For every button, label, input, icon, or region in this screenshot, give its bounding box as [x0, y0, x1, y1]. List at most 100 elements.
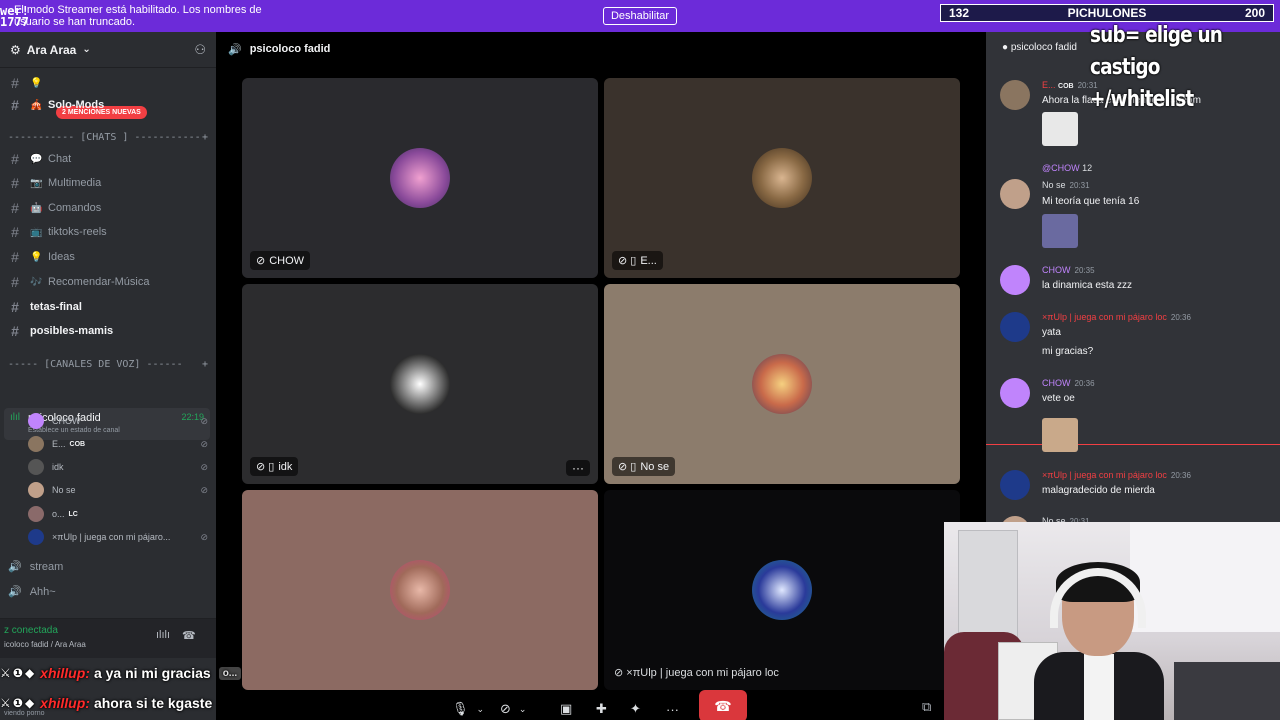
- avatar[interactable]: [1000, 265, 1030, 295]
- category-chats[interactable]: ----------- [CHATS ] ----------- +: [8, 132, 208, 143]
- participant-name: idk: [278, 460, 293, 473]
- avatar[interactable]: [1000, 312, 1030, 342]
- participant-tile[interactable]: ⊘ ▯ idk ···: [242, 284, 598, 484]
- avatar: [390, 354, 450, 414]
- chat-message: ×πUlp | juega con mi pájaro loc 20:36 yat…: [1000, 312, 1278, 362]
- chat-bubble-icon: ●: [1002, 42, 1011, 53]
- message-image[interactable]: [1042, 418, 1078, 452]
- more-controls-button[interactable]: ···: [666, 692, 679, 720]
- message-time: 20:31: [1069, 181, 1090, 190]
- add-channel-icon[interactable]: +: [202, 359, 208, 370]
- channel-multimedia[interactable]: # 📷 Multimedia: [0, 172, 216, 194]
- channel-chat[interactable]: # 💬 Chat: [0, 148, 216, 170]
- muted-icon: ⊘: [200, 531, 208, 542]
- avatar[interactable]: [1000, 470, 1030, 500]
- avatar: [390, 148, 450, 208]
- message-text: mi gracias?: [1042, 346, 1094, 357]
- camera-off-icon: ⊘: [500, 701, 511, 716]
- message-time: 20:35: [1074, 266, 1095, 275]
- participant-tile[interactable]: [604, 490, 960, 690]
- voice-user[interactable]: CHOW ⊘: [28, 411, 208, 431]
- avatar[interactable]: [1000, 80, 1030, 110]
- soundboard-button[interactable]: ✦: [630, 692, 641, 720]
- hash-icon: #: [11, 224, 19, 240]
- chat-text: a ya ni mi gracias: [93, 665, 211, 681]
- muted-icon: ⊘ ▯: [618, 461, 637, 473]
- channel-hidden[interactable]: # 💡: [0, 72, 216, 94]
- hash-icon: #: [11, 97, 19, 113]
- activities-button[interactable]: ✚: [596, 692, 607, 720]
- voice-user[interactable]: ×πUlp | juega con mi pájaro... ⊘: [28, 527, 208, 547]
- voice-connection-panel: z conectada icoloco fadid / Ara Araa ılı…: [0, 618, 216, 658]
- muted-icon: ⊘: [200, 484, 208, 495]
- avatar[interactable]: [1000, 378, 1030, 408]
- participant-tile[interactable]: [242, 490, 598, 690]
- voice-user[interactable]: E... COB ⊘: [28, 434, 208, 454]
- avatar: [28, 529, 44, 545]
- avatar: [28, 506, 44, 522]
- message-author[interactable]: ×πUlp | juega con mi pájaro loc: [1042, 470, 1167, 480]
- participant-tile[interactable]: ⊘ ▯ No se: [604, 284, 960, 484]
- connection-detail[interactable]: icoloco fadid / Ara Araa: [4, 640, 86, 649]
- alert-badge-icon: ❶: [12, 666, 23, 680]
- participant-tile[interactable]: ⊘ ▯ E...: [604, 78, 960, 278]
- channel-comandos[interactable]: # 🤖 Comandos: [0, 197, 216, 219]
- emoji-icon: 🎶: [30, 276, 43, 288]
- chat-message: CHOW 20:36 vete oe: [1000, 378, 1278, 412]
- channel-posibles-mamis[interactable]: # posibles-mamis: [0, 320, 216, 342]
- message-image[interactable]: [1042, 214, 1078, 248]
- reply-preview[interactable]: @CHOW 12: [1042, 163, 1092, 173]
- noise-suppression-icon[interactable]: ılılı: [156, 629, 170, 641]
- share-screen-button[interactable]: ▣: [560, 692, 572, 720]
- microphone-button[interactable]: 🎙 ⌄: [452, 692, 484, 720]
- voice-channel-stream[interactable]: 🔊 stream: [8, 560, 63, 574]
- message-author[interactable]: CHOW: [1042, 265, 1071, 275]
- hash-icon: #: [11, 75, 19, 91]
- participant-name: CHOW: [269, 254, 305, 267]
- webcam-background-window: [1130, 522, 1280, 632]
- disable-streamer-mode-button[interactable]: Deshabilitar: [602, 7, 678, 25]
- voice-user-tag: LC: [68, 510, 78, 518]
- channel-recomendar-musica[interactable]: # 🎶 Recomendar-Música: [0, 271, 216, 293]
- popout-button[interactable]: ⧉: [922, 699, 931, 715]
- voice-user[interactable]: o... LC: [28, 504, 208, 524]
- server-header[interactable]: ⚙ Ara Araa ⌄ ⚇: [0, 32, 216, 68]
- channel-solo-mods[interactable]: # 🎪 Solo-Mods: [0, 94, 216, 116]
- message-image[interactable]: [1042, 112, 1078, 146]
- channel-label: posibles-mamis: [30, 325, 114, 337]
- streamer-mode-message: El modo Streamer está habilitado. Los no…: [14, 4, 262, 28]
- voice-user-name: No se: [52, 485, 76, 495]
- participant-label: ⊘ ▯ idk: [250, 457, 299, 476]
- add-channel-icon[interactable]: +: [202, 132, 208, 143]
- channel-tetas-final[interactable]: # tetas-final: [0, 296, 216, 318]
- message-text: Mi teoría que tenía 16: [1042, 196, 1140, 207]
- participant-tile[interactable]: ⊘ CHOW: [242, 78, 598, 278]
- voice-channel-ahh[interactable]: 🔊 Ahh~: [8, 585, 56, 599]
- message-time: 20:36: [1074, 379, 1095, 388]
- message-text: malagradecido de mierda: [1042, 485, 1155, 496]
- avatar: [752, 354, 812, 414]
- speaker-icon: 🔊: [8, 561, 22, 573]
- channel-label: Chat: [48, 153, 72, 165]
- participant-name: E...: [640, 254, 657, 267]
- category-voice[interactable]: ----- [CANALES DE VOZ] ------ +: [8, 359, 208, 370]
- more-options-button[interactable]: ···: [566, 460, 590, 476]
- screen-share-icon: ▣: [560, 701, 573, 716]
- chevron-down-icon: ⌄: [82, 44, 91, 55]
- streamer-shirt: [1084, 654, 1114, 720]
- disconnect-icon[interactable]: ☎: [182, 629, 196, 642]
- add-member-icon[interactable]: ⚇: [194, 42, 206, 58]
- message-author[interactable]: E...: [1042, 80, 1056, 90]
- channel-tiktoks[interactable]: # 📺 tiktoks-reels: [0, 221, 216, 243]
- camera-button[interactable]: ⊘ ⌄: [500, 692, 526, 720]
- message-author[interactable]: ×πUlp | juega con mi pájaro loc: [1042, 312, 1167, 322]
- chevron-down-icon: ⌄: [476, 703, 485, 714]
- voice-user[interactable]: No se ⊘: [28, 480, 208, 500]
- voice-user[interactable]: idk ⊘: [28, 457, 208, 477]
- channel-ideas[interactable]: # 💡 Ideas: [0, 246, 216, 268]
- avatar[interactable]: [1000, 179, 1030, 209]
- message-author[interactable]: No se: [1042, 180, 1066, 190]
- message-author[interactable]: CHOW: [1042, 378, 1071, 388]
- disconnect-call-button[interactable]: ☎: [699, 690, 747, 720]
- chat-title: psicoloco fadid: [1010, 42, 1077, 53]
